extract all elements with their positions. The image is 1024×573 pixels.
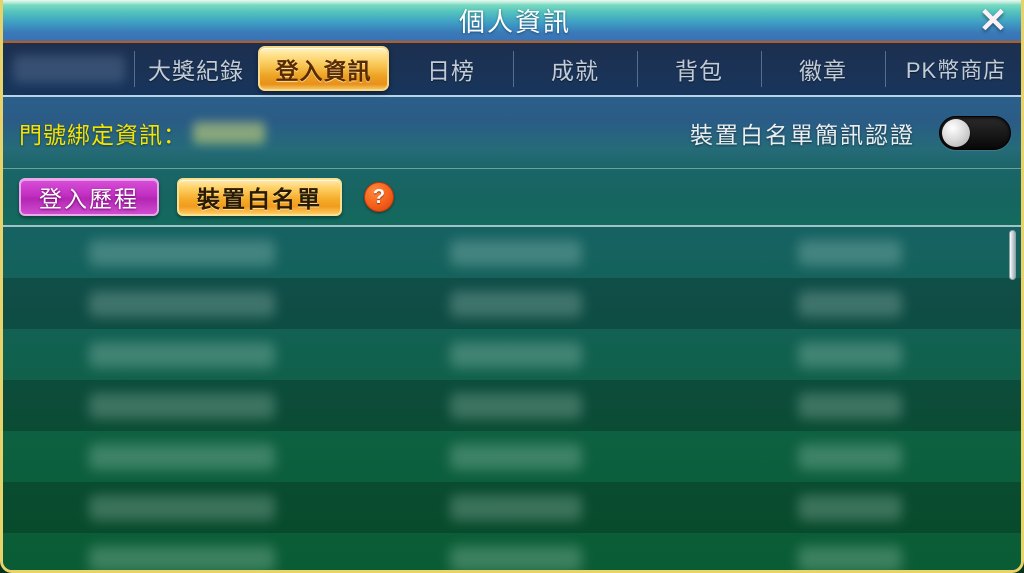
table-row[interactable] <box>3 482 1021 533</box>
cell-time-redacted <box>89 494 275 521</box>
tab-login-info[interactable]: 登入資訊 <box>258 46 389 91</box>
toggle-knob <box>942 118 970 147</box>
cell-device-redacted <box>798 392 902 419</box>
cell-ip-redacted <box>450 545 582 570</box>
tab-bar: 大獎紀錄 登入資訊 日榜 成就 背包 徽章 PK幣商店 <box>3 43 1021 97</box>
login-history-button[interactable]: 登入歷程 <box>19 178 159 216</box>
cell-ip-redacted <box>450 392 582 419</box>
cell-time-redacted <box>89 341 275 368</box>
cell-time-redacted <box>89 443 275 470</box>
device-whitelist-button[interactable]: 裝置白名單 <box>177 178 342 216</box>
cell-ip-redacted <box>450 443 582 470</box>
cell-device-redacted <box>798 545 902 570</box>
cell-time-redacted <box>89 392 275 419</box>
action-bar: 登入歷程 裝置白名單 ? <box>3 168 1021 225</box>
table-row[interactable] <box>3 431 1021 482</box>
tab-badges[interactable]: 徽章 <box>761 43 885 95</box>
title-bar: 個人資訊 ✕ <box>3 0 1021 43</box>
phone-binding-label: 門號綁定資訊： <box>19 121 187 148</box>
whitelist-sms-label: 裝置白名單簡訊認證 <box>690 121 915 148</box>
scrollbar-track[interactable] <box>1009 227 1021 570</box>
cell-ip-redacted <box>450 290 582 317</box>
tab-username[interactable] <box>3 43 134 95</box>
cell-device-redacted <box>798 443 902 470</box>
cell-ip-redacted <box>450 239 582 266</box>
cell-time-redacted <box>89 290 275 317</box>
username-redacted <box>12 55 125 83</box>
tab-pk-coin-shop[interactable]: PK幣商店 <box>885 43 1021 95</box>
table-row[interactable] <box>3 227 1021 278</box>
tab-backpack[interactable]: 背包 <box>637 43 761 95</box>
table-row[interactable] <box>3 278 1021 329</box>
table-row[interactable] <box>3 380 1021 431</box>
cell-time-redacted <box>89 239 275 266</box>
cell-time-redacted <box>89 545 275 570</box>
page-title: 個人資訊 <box>458 7 571 37</box>
cell-device-redacted <box>798 239 902 266</box>
scrollbar-thumb[interactable] <box>1009 230 1016 280</box>
login-history-list <box>3 225 1021 570</box>
cell-ip-redacted <box>450 341 582 368</box>
tab-daily-rank[interactable]: 日榜 <box>389 43 513 95</box>
whitelist-sms-group: 裝置白名單簡訊認證 <box>690 97 1011 168</box>
table-row[interactable] <box>3 329 1021 380</box>
phone-binding-value-redacted <box>193 121 265 144</box>
table-row[interactable] <box>3 533 1021 570</box>
tab-achievements[interactable]: 成就 <box>513 43 637 95</box>
tab-prize-record[interactable]: 大獎紀錄 <box>134 43 258 95</box>
cell-ip-redacted <box>450 494 582 521</box>
phone-binding-bar: 門號綁定資訊： 裝置白名單簡訊認證 <box>3 97 1021 168</box>
help-icon[interactable]: ? <box>364 182 394 212</box>
close-icon[interactable]: ✕ <box>973 2 1013 40</box>
profile-dialog: 個人資訊 ✕ 大獎紀錄 登入資訊 日榜 成就 背包 徽章 PK幣商店 門號綁定資… <box>0 0 1024 573</box>
whitelist-sms-toggle[interactable] <box>939 115 1011 150</box>
cell-device-redacted <box>798 341 902 368</box>
cell-device-redacted <box>798 494 902 521</box>
cell-device-redacted <box>798 290 902 317</box>
